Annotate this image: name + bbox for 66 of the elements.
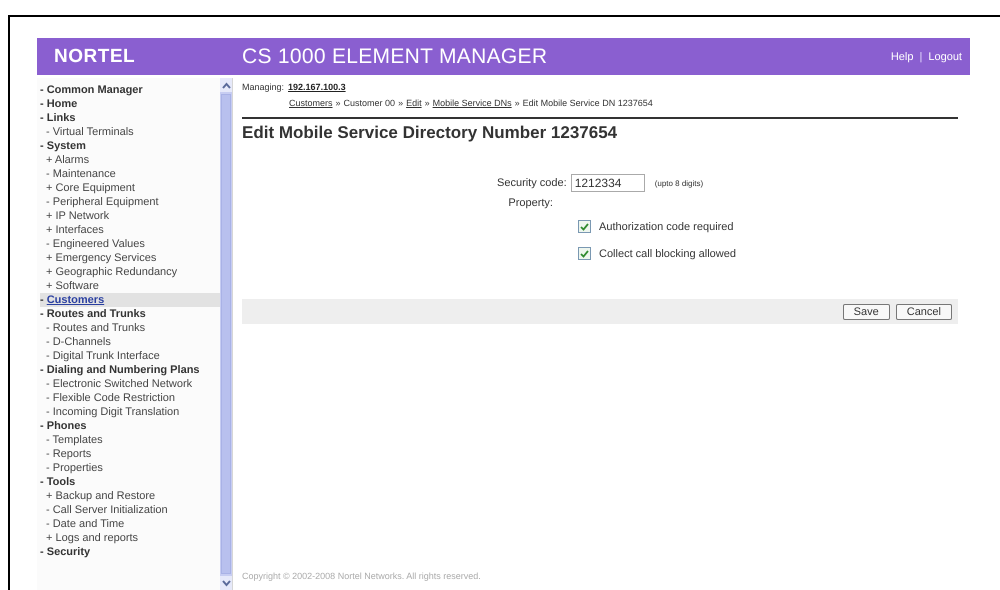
nav-item[interactable]: + Interfaces (40, 223, 220, 237)
copyright-text: Copyright © 2002-2008 Nortel Networks. All rights reserved. (242, 571, 482, 583)
nav-item[interactable]: - Peripheral Equipment (40, 195, 220, 209)
checkbox[interactable] (578, 247, 591, 260)
page-heading: Edit Mobile Service Directory Number 1237654 (242, 123, 618, 143)
nav-item[interactable]: - Tools (40, 475, 220, 489)
field-label: Property: (507, 197, 553, 209)
nav-item[interactable]: - Routes and Trunks (40, 321, 220, 335)
nav-item[interactable]: - Flexible Code Restriction (40, 391, 220, 405)
nav-item[interactable]: + Logs and reports (40, 531, 220, 545)
form-button[interactable]: Save (842, 304, 890, 320)
checkbox-label: Collect call blocking allowed (599, 248, 736, 260)
field-label: Security code: (497, 177, 567, 189)
nav-item[interactable]: - Home (40, 97, 220, 111)
nav-item[interactable]: - Dialing and Numbering Plans (40, 363, 220, 377)
managing-label: Managing: (242, 82, 284, 92)
nav-item[interactable]: + IP Network (40, 209, 220, 223)
breadcrumb-text: » (398, 98, 404, 108)
breadcrumb-text: Customer 00 (344, 98, 396, 108)
nav-item[interactable]: - Call Server Initialization (40, 503, 220, 517)
nav-item[interactable]: - Virtual Terminals (40, 125, 220, 139)
separator: | (919, 50, 922, 62)
field-hint: (upto 8 digits) (654, 178, 704, 188)
checkbox[interactable] (578, 220, 591, 233)
nav-item[interactable]: + Alarms (40, 153, 220, 167)
breadcrumb-link[interactable]: Mobile Service DNs (432, 98, 512, 108)
nav-item[interactable]: - Date and Time (40, 517, 220, 531)
nav-item[interactable]: - Reports (40, 447, 220, 461)
breadcrumb-text: » (514, 98, 520, 108)
scrollbar[interactable] (220, 78, 232, 590)
scroll-down-icon[interactable] (222, 580, 230, 586)
nav-item[interactable]: + Backup and Restore (40, 489, 220, 503)
nav-item[interactable]: - Common Manager (40, 83, 220, 97)
scroll-up-icon[interactable] (222, 82, 230, 88)
breadcrumb-text: » (424, 98, 430, 108)
nav-item[interactable]: - Templates (40, 433, 220, 447)
checkbox-label: Authorization code required (599, 220, 734, 232)
nav-item[interactable]: - Engineered Values (40, 237, 220, 251)
breadcrumb-text: Edit Mobile Service DN 1237654 (522, 98, 653, 108)
nav-item[interactable]: - Phones (40, 419, 220, 433)
nav-item[interactable]: - Customers (40, 293, 220, 307)
security-code-field[interactable]: 1212334 (570, 174, 645, 192)
app-title: CS 1000 ELEMENT MANAGER (242, 44, 548, 68)
nav-item[interactable]: - Incoming Digit Translation (40, 405, 220, 419)
nav-item[interactable]: - Properties (40, 461, 220, 475)
header-link[interactable]: Logout (928, 50, 962, 62)
nav-item[interactable]: - Maintenance (40, 167, 220, 181)
nav-item[interactable]: - Electronic Switched Network (40, 377, 220, 391)
nav-item[interactable]: - D-Channels (40, 335, 220, 349)
nav-item[interactable]: - Security (40, 545, 220, 559)
breadcrumb-text: » (336, 98, 341, 108)
nav-item[interactable]: + Core Equipment (40, 181, 220, 195)
nav-item[interactable]: - Links (40, 111, 220, 125)
address-link[interactable]: 192.167.100.3 (288, 82, 346, 92)
nav-item[interactable]: + Geographic Redundancy (40, 265, 220, 279)
logo: NORTEL (54, 46, 136, 68)
nav-item[interactable]: - Digital Trunk Interface (40, 349, 220, 363)
nav-item[interactable]: + Software (40, 279, 220, 293)
nav-item[interactable]: + Emergency Services (40, 251, 220, 265)
scroll-thumb[interactable] (221, 94, 231, 574)
nav-item[interactable]: - Routes and Trunks (40, 307, 220, 321)
form-button[interactable]: Cancel (896, 304, 952, 320)
header-link[interactable]: Help (890, 50, 914, 62)
breadcrumb-link[interactable]: Edit (406, 98, 422, 108)
nav-item[interactable]: - System (40, 139, 220, 153)
breadcrumb-link[interactable]: Customers (289, 98, 333, 108)
